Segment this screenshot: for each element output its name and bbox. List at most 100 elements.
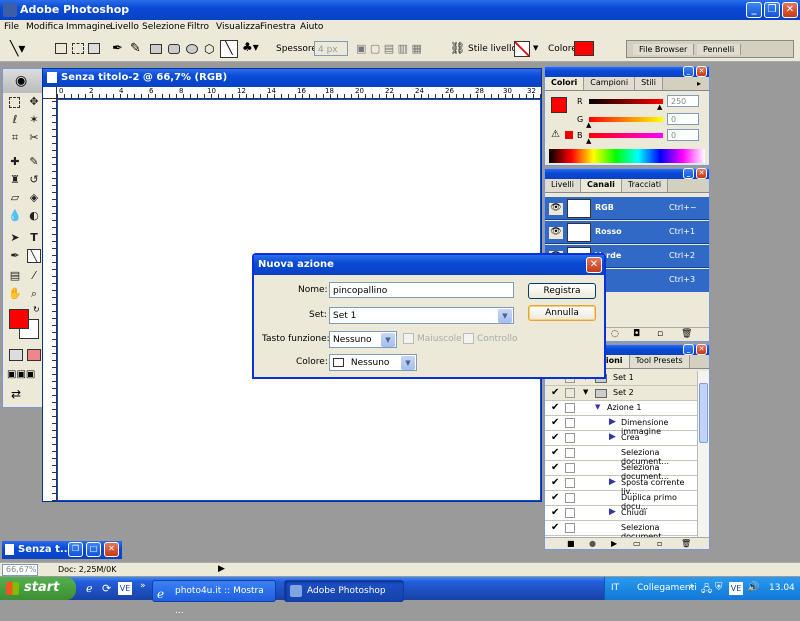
expand-arrow-icon[interactable]: ▼ [583,388,588,396]
spectrum-bar[interactable] [549,149,705,163]
panel-menu-arrow-icon[interactable]: ▸ [697,79,701,88]
channel-g-slider-handle-icon[interactable]: ▲ [586,121,591,129]
colors-panel-minimize-button[interactable]: _ [683,66,694,77]
channel-b-slider-handle-icon[interactable]: ▲ [586,137,591,145]
line-icon[interactable]: ╲ [220,40,238,58]
new-set-icon[interactable]: ▭ [633,539,641,548]
freeform-pen-icon[interactable]: ✎ [130,41,141,56]
link-icon[interactable]: ⛓ [450,41,465,55]
quicklaunch-ie-icon[interactable]: ℯ [86,582,93,595]
tab-colori[interactable]: Colori [545,77,585,90]
screen-mode-icons[interactable]: ▣▣▣ [7,369,35,380]
save-selection-icon[interactable]: ◘ [633,329,640,339]
jump-to-imageready-icon[interactable]: ⇄ [11,387,21,401]
check-icon[interactable]: ✔ [551,387,559,398]
channel-b-input[interactable]: 0 [667,129,699,141]
channel-r-slider[interactable] [589,99,663,104]
eraser-tool-icon[interactable]: ▱ [8,191,22,205]
check-icon[interactable]: ✔ [551,432,559,443]
combine-mode-icons[interactable]: ▣ ▢ ▤ ▥ ▦ [356,42,422,55]
minimized-maximize-button[interactable]: □ [86,542,101,557]
path-select-icon[interactable]: ➤ [8,231,22,245]
channel-r-slider-handle-icon[interactable]: ▲ [657,103,662,111]
menu-modifica[interactable]: Modifica [26,22,64,32]
minimized-restore-button[interactable]: ❐ [68,542,83,557]
tab-stili[interactable]: Stili [635,77,663,90]
gamut-warning-icon[interactable]: ⚠ [551,129,560,140]
expand-arrow-icon[interactable]: ▼ [595,403,600,411]
quicklaunch-more-icon[interactable]: » [140,581,146,591]
menu-finestra[interactable]: Finestra [260,22,296,32]
menu-file[interactable]: File [4,22,19,32]
pen-icon[interactable]: ✒ [112,41,123,56]
shield-icon[interactable]: ⛨ [715,582,723,593]
actions-scrollbar[interactable] [697,371,709,537]
tab-campioni[interactable]: Campioni [584,77,636,90]
collapse-arrow-icon[interactable]: ▶ [609,507,616,517]
bucket-tool-icon[interactable]: ◈ [27,191,41,205]
tab-tracciati[interactable]: Tracciati [621,179,669,192]
standard-mode-icon[interactable] [9,349,23,361]
tab-tool-presets[interactable]: Tool Presets [629,355,690,368]
shape-layers-icon[interactable] [55,43,67,54]
magic-wand-icon[interactable]: ✶ [27,113,41,127]
collapse-arrow-icon[interactable]: ▶ [609,477,616,487]
history-brush-icon[interactable]: ↺ [27,173,41,187]
menu-visualizza[interactable]: Visualizza [216,22,260,32]
dialog-toggle-box[interactable] [565,493,575,503]
zoom-field[interactable]: 66,67% [2,564,38,576]
colors-panel-close-button[interactable]: ✕ [696,66,707,77]
eye-icon[interactable]: 👁 [549,203,563,215]
tasto-funzione-select[interactable]: Nessuno ▼ [329,331,397,348]
task-photo4u[interactable]: ℯ photo4u.it :: Mostra ... [152,580,276,616]
list-item[interactable]: ✔ Duplica primo docu... [545,491,697,511]
quickmask-mode-icon[interactable] [27,349,41,361]
move-tool-icon[interactable]: ✥ [27,95,41,109]
dialog-toggle-box[interactable] [565,418,575,428]
new-channel-icon[interactable]: ▫ [657,329,663,339]
swap-colors-icon[interactable]: ↻ [33,305,40,314]
minimize-button[interactable]: _ [746,2,762,18]
tray-more-icon[interactable]: » [689,582,695,592]
polygon-icon[interactable]: ⬡ [204,42,214,56]
tab-file-browser[interactable]: File Browser [633,44,695,55]
fill-pixels-icon[interactable] [88,43,100,54]
paths-icon[interactable] [72,43,84,54]
menu-livello[interactable]: Livello [110,22,139,32]
style-dropdown-arrow-icon[interactable]: ▼ [533,44,538,52]
dialog-toggle-box[interactable] [565,478,575,488]
blur-tool-icon[interactable]: 💧 [8,209,22,223]
dialog-toggle-box[interactable] [565,448,575,458]
list-item[interactable]: ✔ ▶ Crea [545,431,697,446]
registra-button[interactable]: Registra [528,283,596,299]
dialog-toggle-box[interactable] [565,433,575,443]
channels-panel-close-button[interactable]: ✕ [696,168,707,179]
menu-filtro[interactable]: Filtro [187,22,209,32]
eye-icon[interactable]: 👁 [549,227,563,239]
load-selection-icon[interactable]: ◌ [611,329,619,339]
list-item[interactable]: ✔ ▶ Sposta corrente liv... [545,476,697,496]
stamp-tool-icon[interactable]: ♜ [8,173,22,187]
controllo-checkbox[interactable] [463,333,474,344]
dialog-toggle-box[interactable] [565,388,575,398]
channel-row[interactable]: 👁 Rosso Ctrl+1 [545,221,709,244]
lasso-tool-icon[interactable]: ℓ [8,113,22,127]
brush-tool-icon[interactable]: ✎ [27,155,41,169]
maiuscole-checkbox[interactable] [403,333,414,344]
marquee-tool-icon[interactable] [9,97,20,108]
line-tool-icon[interactable]: ╲▾ [10,41,34,57]
check-icon[interactable]: ✔ [551,462,559,473]
list-item[interactable]: ✔ ▼ Set 2 [545,386,697,401]
crop-tool-icon[interactable]: ⌗ [8,131,22,145]
style-swatch[interactable] [514,41,530,57]
colore-select[interactable]: Nessuno ▼ [329,354,417,371]
scroll-thumb[interactable] [699,383,708,443]
rectangle-icon[interactable] [150,44,162,54]
tray-ve-icon[interactable]: VE [729,582,743,595]
tab-canali[interactable]: Canali [581,179,622,192]
check-icon[interactable]: ✔ [551,477,559,488]
line-shape-tool-icon[interactable]: ╲ [27,249,41,263]
check-icon[interactable]: ✔ [551,507,559,518]
list-item[interactable]: ✔ ▶ Dimensione immagine [545,416,697,436]
check-icon[interactable]: ✔ [551,417,559,428]
